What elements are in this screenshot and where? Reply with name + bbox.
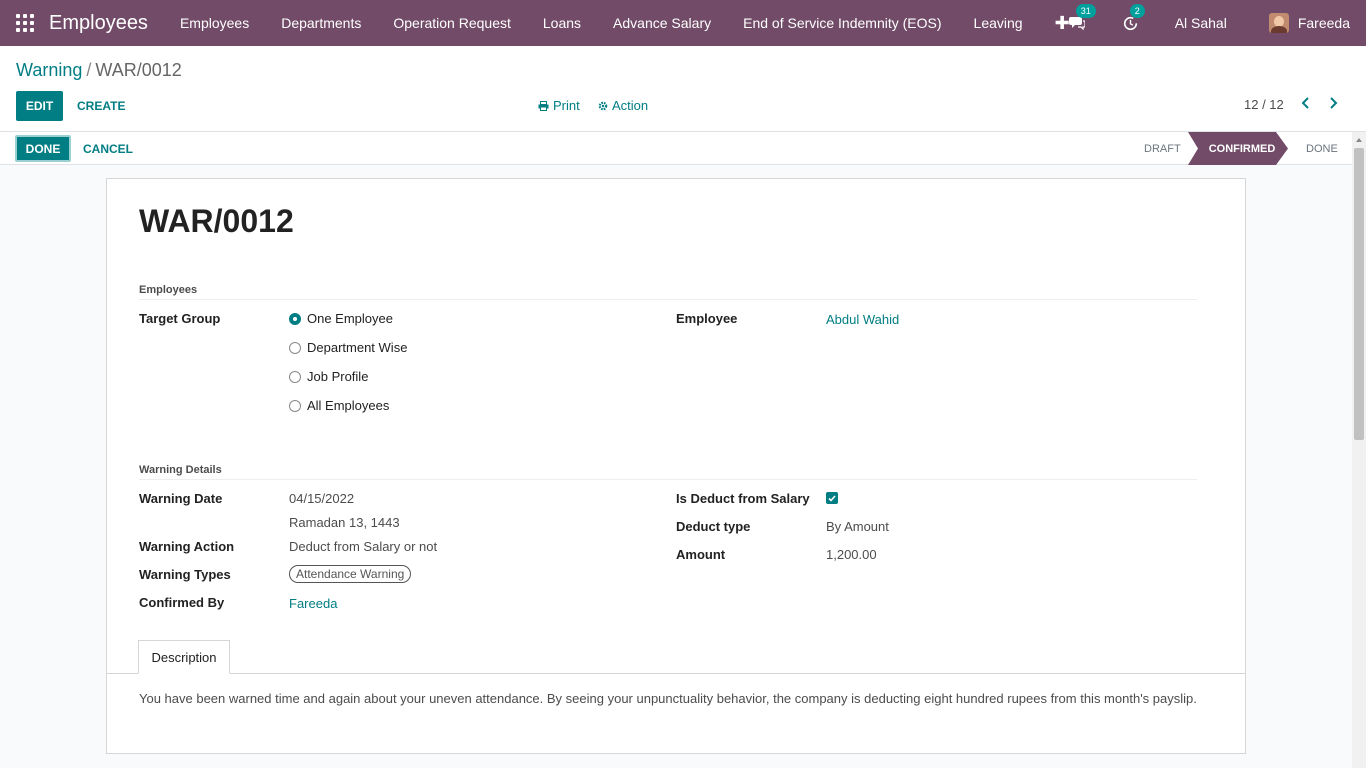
done-button[interactable]: DONE <box>15 135 71 162</box>
warning-action-label: Warning Action <box>139 539 235 554</box>
scroll-up-arrow[interactable] <box>1356 138 1362 142</box>
activities-badge: 2 <box>1129 4 1145 18</box>
description-text: You have been warned time and again abou… <box>139 691 1197 706</box>
cancel-button[interactable]: CANCEL <box>83 132 133 165</box>
breadcrumb-parent[interactable]: Warning <box>16 60 82 80</box>
chevron-left-icon[interactable] <box>1301 96 1310 112</box>
radio-label: Department Wise <box>307 340 408 355</box>
create-button[interactable]: CREATE <box>77 91 125 121</box>
menu-advance-salary[interactable]: Advance Salary <box>597 15 727 31</box>
employee-label: Employee <box>676 311 738 326</box>
radio-checked-icon <box>289 312 301 325</box>
menu-employees[interactable]: Employees <box>164 15 265 31</box>
chevron-right-icon[interactable] <box>1329 96 1338 112</box>
menu-operation-request[interactable]: Operation Request <box>377 15 527 31</box>
pager-value[interactable]: 12 / 12 <box>1244 97 1284 112</box>
menu-leaving[interactable]: Leaving <box>958 15 1039 31</box>
confirmed-by-label: Confirmed By <box>139 595 225 610</box>
check-icon <box>828 494 836 502</box>
stage-draft[interactable]: DRAFT <box>1144 132 1181 165</box>
radio-label: All Employees <box>307 398 390 413</box>
radio-one-employee[interactable]: One Employee <box>289 311 393 326</box>
amount-label: Amount <box>676 547 726 562</box>
menu-departments[interactable]: Departments <box>265 15 377 31</box>
warning-date-value: 04/15/2022 <box>289 491 355 506</box>
confirmed-by-link[interactable]: Fareeda <box>289 596 337 611</box>
radio-job-profile[interactable]: Job Profile <box>289 369 368 384</box>
form-sheet: WAR/0012 Employees Target Group One Empl… <box>106 178 1246 754</box>
print-button[interactable]: Print <box>538 98 580 113</box>
breadcrumb-current: WAR/0012 <box>95 60 182 80</box>
menu-loans[interactable]: Loans <box>527 15 597 31</box>
scroll-thumb[interactable] <box>1354 148 1364 440</box>
radio-unchecked-icon <box>289 370 301 383</box>
user-menu[interactable]: Fareeda <box>1298 15 1350 31</box>
details-group-title: Warning Details <box>139 464 1197 480</box>
messages-badge: 31 <box>1075 4 1096 18</box>
edit-button[interactable]: EDIT <box>16 91 63 121</box>
record-title: WAR/0012 <box>139 203 294 239</box>
amount-value: 1,200.00 <box>826 547 877 562</box>
clock-icon[interactable]: 2 <box>1121 4 1145 33</box>
radio-all-employees[interactable]: All Employees <box>289 398 389 413</box>
breadcrumb: Warning / WAR/0012 <box>16 60 182 81</box>
app-title[interactable]: Employees <box>49 12 148 35</box>
action-button[interactable]: Action <box>598 98 648 113</box>
deduct-type-value: By Amount <box>826 519 889 534</box>
tab-description[interactable]: Description <box>138 640 230 674</box>
employees-group-title: Employees <box>139 284 1197 300</box>
radio-department-wise[interactable]: Department Wise <box>289 340 407 355</box>
radio-unchecked-icon <box>289 341 301 354</box>
radio-label: One Employee <box>307 311 393 326</box>
gear-icon <box>598 101 608 110</box>
print-label: Print <box>553 98 580 113</box>
menu-eos[interactable]: End of Service Indemnity (EOS) <box>727 15 957 31</box>
stage-done[interactable]: DONE <box>1306 132 1338 165</box>
stage-confirmed[interactable]: CONFIRMED <box>1188 132 1288 165</box>
control-panel: Warning / WAR/0012 EDIT CREATE Print Actio… <box>0 46 1366 132</box>
scrollbar[interactable] <box>1352 132 1366 768</box>
avatar[interactable] <box>1268 13 1289 33</box>
radio-unchecked-icon <box>289 399 301 412</box>
deduct-type-label: Deduct type <box>676 519 751 534</box>
apps-grid-icon[interactable] <box>16 14 34 32</box>
chat-icon[interactable]: 31 <box>1067 4 1096 33</box>
warning-date-label: Warning Date <box>139 491 223 506</box>
employee-link[interactable]: Abdul Wahid <box>826 312 899 327</box>
company-switcher[interactable]: Al Sahal <box>1175 15 1227 31</box>
status-bar: DONE CANCEL DRAFT CONFIRMED DONE <box>0 132 1352 165</box>
warning-action-value: Deduct from Salary or not <box>289 539 438 554</box>
radio-label: Job Profile <box>307 369 369 384</box>
target-group-label: Target Group <box>139 311 221 326</box>
action-label: Action <box>612 98 649 113</box>
tab-divider <box>107 673 1245 674</box>
top-navbar: Employees Employees Departments Operatio… <box>0 0 1366 46</box>
warning-type-tag[interactable]: Attendance Warning <box>289 565 412 583</box>
deduct-salary-label: Is Deduct from Salary <box>676 491 810 506</box>
breadcrumb-separator: / <box>86 60 92 80</box>
printer-icon <box>538 100 549 111</box>
warning-types-label: Warning Types <box>139 567 231 582</box>
deduct-salary-checkbox[interactable] <box>826 492 838 504</box>
warning-date-hijri: Ramadan 13, 1443 <box>289 515 400 530</box>
